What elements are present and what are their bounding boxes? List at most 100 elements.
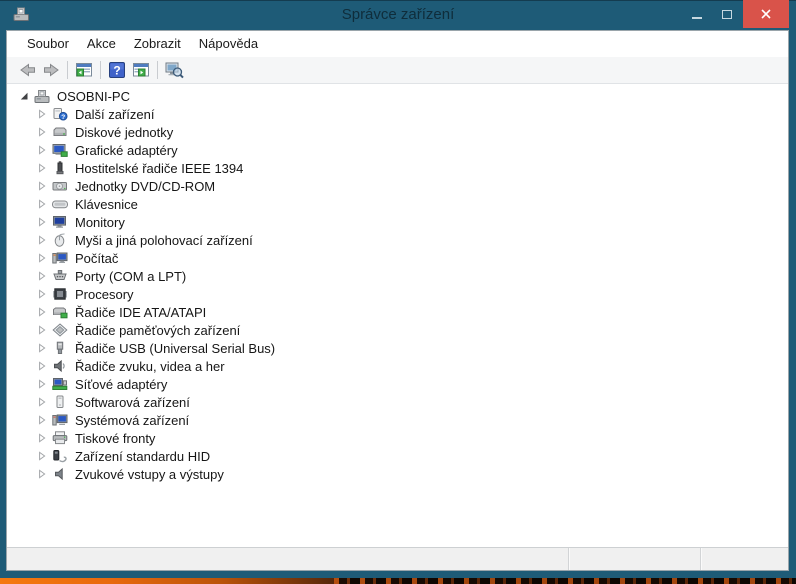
tree-item[interactable]: Porty (COM a LPT) <box>37 267 788 285</box>
network-icon <box>51 377 69 392</box>
help-button[interactable]: ? <box>105 59 129 81</box>
arrow-right-icon <box>43 63 59 77</box>
minimize-icon <box>692 17 702 19</box>
forward-button[interactable] <box>39 59 63 81</box>
scan-hardware-changes-button[interactable] <box>162 59 186 81</box>
menu-zobrazit[interactable]: Zobrazit <box>125 31 190 57</box>
computer-icon <box>51 251 69 266</box>
collapsed-triangle-icon[interactable] <box>37 252 51 264</box>
show-console-tree-button[interactable] <box>72 59 96 81</box>
collapsed-triangle-icon[interactable] <box>37 468 51 480</box>
collapsed-triangle-icon[interactable] <box>37 450 51 462</box>
tree-item-label: Jednotky DVD/CD-ROM <box>75 178 216 194</box>
tree-item[interactable]: Řadiče zvuku, videa a her <box>37 357 788 375</box>
menu-akce[interactable]: Akce <box>78 31 125 57</box>
tree-item[interactable]: ? Další zařízení <box>37 105 788 123</box>
tree-item[interactable]: Softwarová zařízení <box>37 393 788 411</box>
tree-item[interactable]: Řadiče paměťových zařízení <box>37 321 788 339</box>
computer-root-icon <box>33 89 51 104</box>
status-section-middle <box>570 548 700 570</box>
tree-item[interactable]: Monitory <box>37 213 788 231</box>
tree-root-label: OSOBNI-PC <box>57 88 130 104</box>
tree-item[interactable]: Systémová zařízení <box>37 411 788 429</box>
tree-item-label: Diskové jednotky <box>75 124 174 140</box>
collapsed-triangle-icon[interactable] <box>37 198 51 210</box>
collapsed-triangle-icon[interactable] <box>37 162 51 174</box>
menu-soubor[interactable]: Soubor <box>18 31 78 57</box>
help-icon: ? <box>109 62 125 78</box>
collapsed-triangle-icon[interactable] <box>37 108 51 120</box>
close-icon <box>761 9 771 19</box>
tree-item[interactable]: Grafické adaptéry <box>37 141 788 159</box>
collapsed-triangle-icon[interactable] <box>37 144 51 156</box>
tree-item[interactable]: Zvukové vstupy a výstupy <box>37 465 788 483</box>
tree-item[interactable]: Diskové jednotky <box>37 123 788 141</box>
processor-icon <box>51 287 69 302</box>
collapsed-triangle-icon[interactable] <box>37 396 51 408</box>
device-manager-window: Správce zařízení Soubor Akce Zobrazit Ná… <box>0 0 796 578</box>
window-panel-left-icon <box>76 63 92 77</box>
ieee1394-icon <box>51 161 69 176</box>
tree-item-label: Zvukové vstupy a výstupy <box>75 466 224 482</box>
collapsed-triangle-icon[interactable] <box>37 306 51 318</box>
toolbar: ? <box>7 57 788 84</box>
usb-icon <box>51 341 69 356</box>
ide-controller-icon <box>51 305 69 320</box>
minimize-button[interactable] <box>684 0 710 28</box>
tree-item-label: Softwarová zařízení <box>75 394 190 410</box>
tree-item-label: Řadiče zvuku, videa a her <box>75 358 225 374</box>
keyboard-icon <box>51 197 69 212</box>
tree-item-label: Procesory <box>75 286 134 302</box>
collapsed-triangle-icon[interactable] <box>37 126 51 138</box>
collapsed-triangle-icon[interactable] <box>37 360 51 372</box>
collapsed-triangle-icon[interactable] <box>37 234 51 246</box>
tree-item[interactable]: Myši a jiná polohovací zařízení <box>37 231 788 249</box>
tree-item[interactable]: Zařízení standardu HID <box>37 447 788 465</box>
print-queue-icon <box>51 431 69 446</box>
disk-drive-icon <box>51 125 69 140</box>
tree-item[interactable]: Počítač <box>37 249 788 267</box>
tree-item[interactable]: Tiskové fronty <box>37 429 788 447</box>
tree-item[interactable]: Jednotky DVD/CD-ROM <box>37 177 788 195</box>
tree-item-label: Řadiče USB (Universal Serial Bus) <box>75 340 276 356</box>
maximize-button[interactable] <box>714 0 740 28</box>
display-adapter-icon <box>51 143 69 158</box>
tree-item[interactable]: Hostitelské řadiče IEEE 1394 <box>37 159 788 177</box>
tree-children: ? Další zařízení Diskové jednotky Grafické … <box>7 105 788 483</box>
audio-io-icon <box>51 467 69 482</box>
back-button[interactable] <box>15 59 39 81</box>
collapsed-triangle-icon[interactable] <box>37 180 51 192</box>
tree-root-item[interactable]: OSOBNI-PC <box>19 87 788 105</box>
tree-item-label: Řadiče IDE ATA/ATAPI <box>75 304 207 320</box>
tree-item-label: Klávesnice <box>75 196 138 212</box>
collapsed-triangle-icon[interactable] <box>37 270 51 282</box>
collapsed-triangle-icon[interactable] <box>37 342 51 354</box>
show-action-pane-button[interactable] <box>129 59 153 81</box>
tree-item[interactable]: Procesory <box>37 285 788 303</box>
tree-item[interactable]: Řadiče USB (Universal Serial Bus) <box>37 339 788 357</box>
arrow-left-icon <box>19 63 35 77</box>
tree-item[interactable]: Klávesnice <box>37 195 788 213</box>
expanded-triangle-icon[interactable] <box>19 90 33 102</box>
close-button[interactable] <box>743 0 789 28</box>
tree-item-label: Porty (COM a LPT) <box>75 268 187 284</box>
collapsed-triangle-icon[interactable] <box>37 432 51 444</box>
tree-item-label: Myši a jiná polohovací zařízení <box>75 232 253 248</box>
toolbar-separator <box>67 61 68 79</box>
window-title: Správce zařízení <box>341 6 455 23</box>
ports-icon <box>51 269 69 284</box>
toolbar-separator <box>157 61 158 79</box>
collapsed-triangle-icon[interactable] <box>37 288 51 300</box>
menu-napoveda[interactable]: Nápověda <box>190 31 267 57</box>
collapsed-triangle-icon[interactable] <box>37 324 51 336</box>
tree-item[interactable]: Síťové adaptéry <box>37 375 788 393</box>
tree-item-label: Monitory <box>75 214 125 230</box>
collapsed-triangle-icon[interactable] <box>37 216 51 228</box>
collapsed-triangle-icon[interactable] <box>37 378 51 390</box>
collapsed-triangle-icon[interactable] <box>37 414 51 426</box>
tree-item[interactable]: Řadiče IDE ATA/ATAPI <box>37 303 788 321</box>
tree-item-label: Hostitelské řadiče IEEE 1394 <box>75 160 244 176</box>
sound-icon <box>51 359 69 374</box>
tree-item-label: Systémová zařízení <box>75 412 190 428</box>
mouse-icon <box>51 233 69 248</box>
